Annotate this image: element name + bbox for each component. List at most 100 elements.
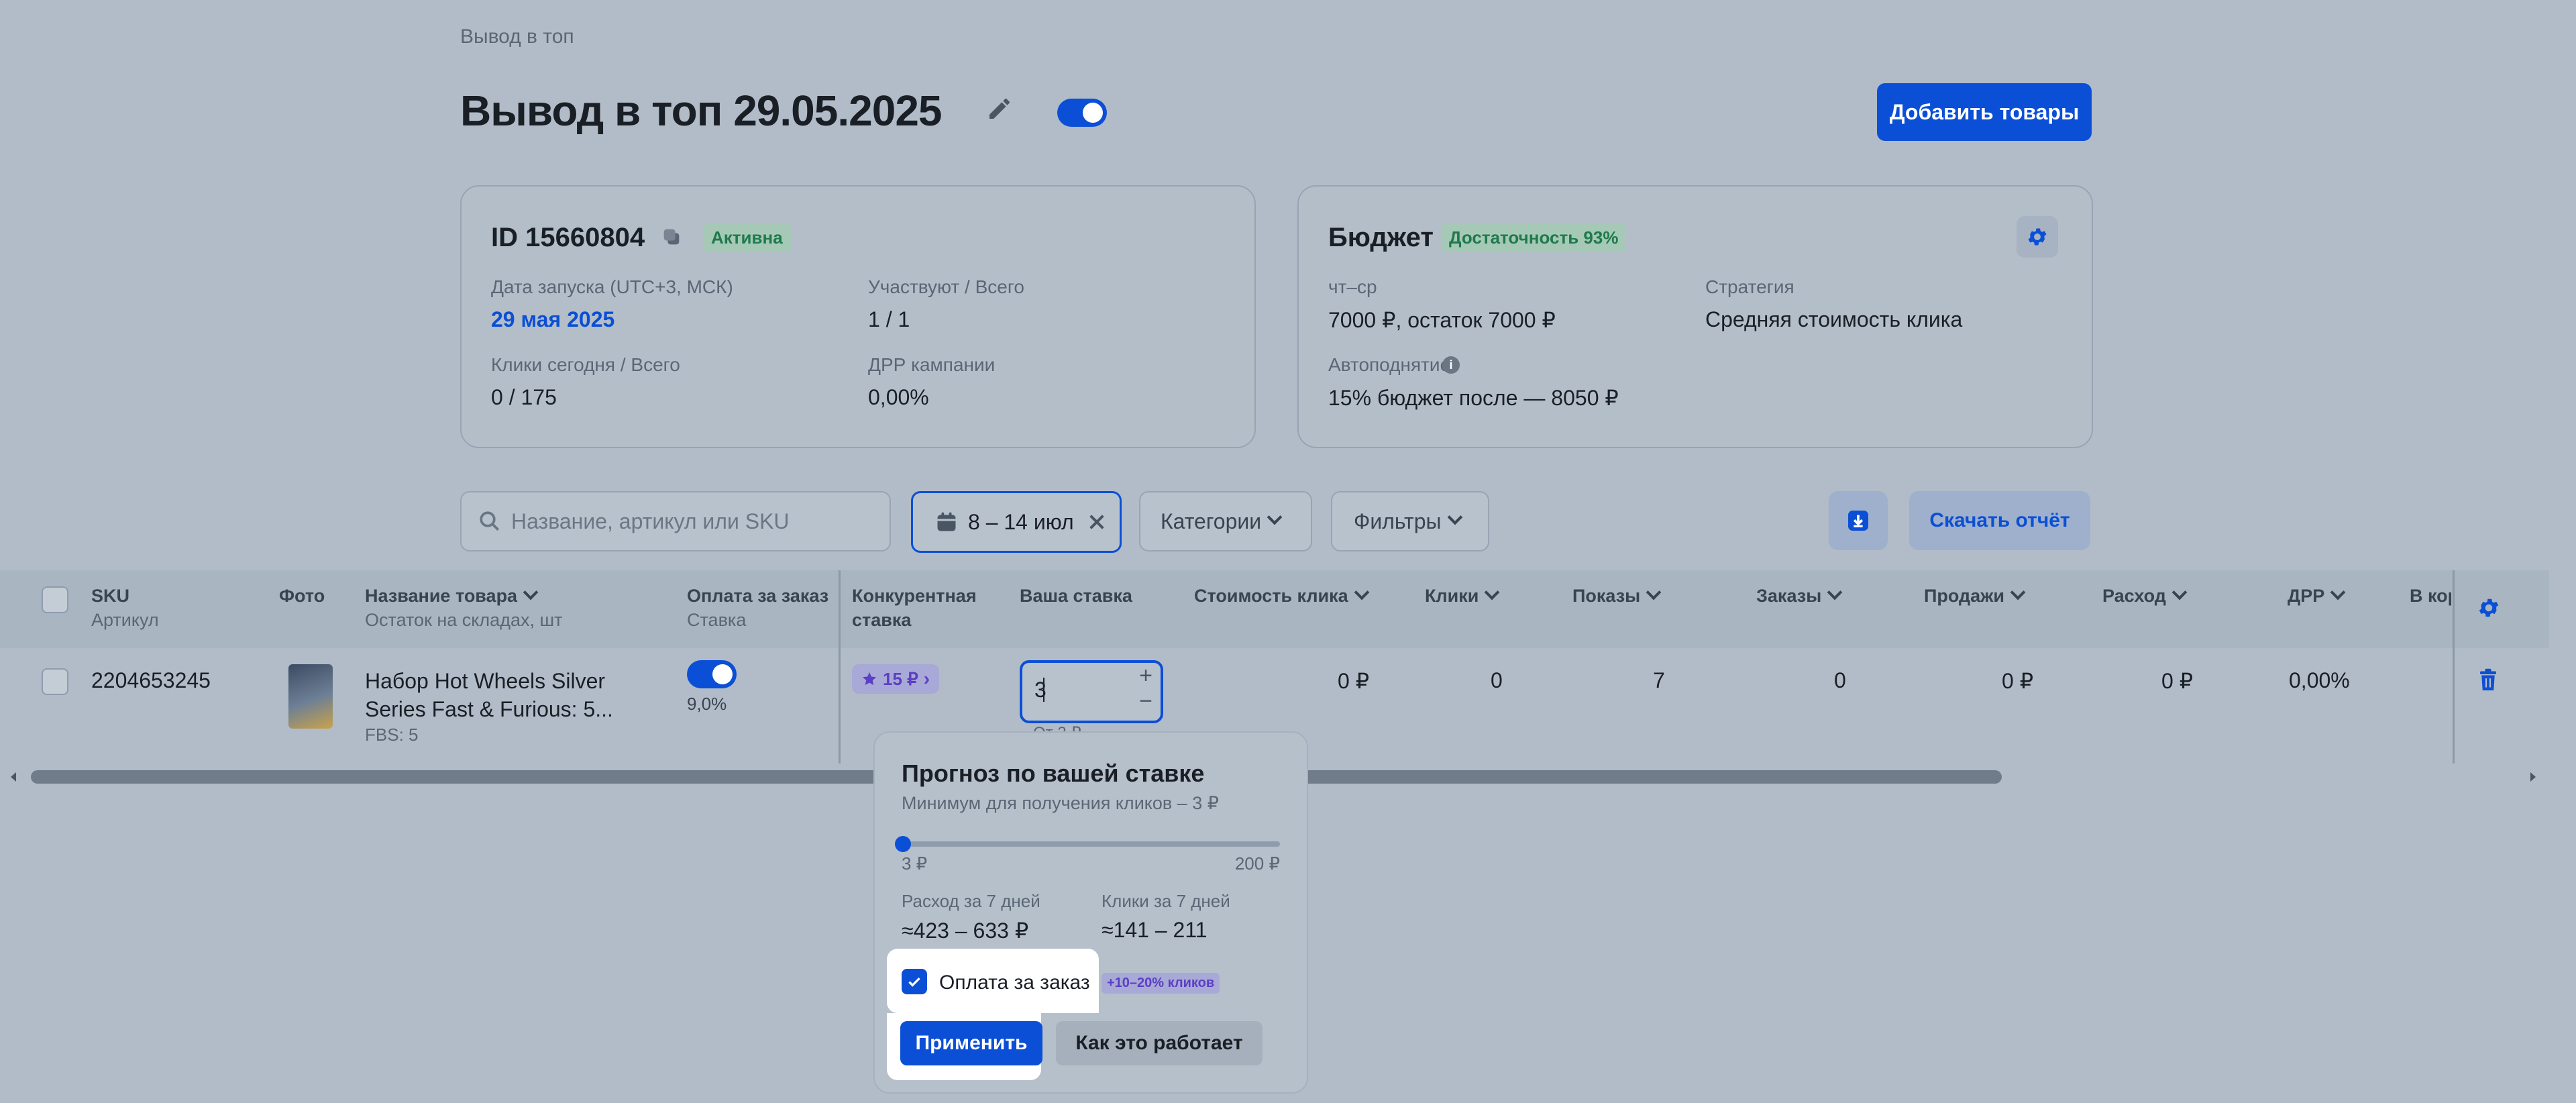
star-icon xyxy=(863,672,876,686)
edit-icon[interactable] xyxy=(986,95,1013,122)
sales-value: 0 ₽ xyxy=(2002,669,2034,693)
pay-per-order-toggle[interactable] xyxy=(687,660,737,688)
download-button[interactable] xyxy=(1829,491,1888,550)
popup-subtitle: Минимум для получения кликов – 3 ₽ xyxy=(902,793,1219,813)
autoraise-value: 15% бюджет после — 8050 ₽ xyxy=(1328,386,1619,410)
clicks-forecast-label: Клики за 7 дней xyxy=(1102,891,1230,911)
col-drr[interactable]: ДРР xyxy=(2288,584,2346,608)
spend-value: 0 ₽ xyxy=(2161,669,2194,693)
scroll-right-arrow[interactable] xyxy=(2526,770,2540,784)
scroll-left-arrow[interactable] xyxy=(7,770,20,784)
pay-per-order-checkbox[interactable] xyxy=(902,969,927,994)
clicks-forecast-value: ≈141 – 211 xyxy=(1102,918,1208,942)
col-name[interactable]: Название товара Остаток на складах, шт xyxy=(365,584,563,632)
strategy-label: Стратегия xyxy=(1705,276,1794,297)
copy-icon[interactable] xyxy=(660,225,683,248)
col-sales[interactable]: Продажи xyxy=(1924,584,2026,608)
col-pay-per-order[interactable]: Оплата за заказ Ставка xyxy=(687,584,828,632)
participants-label: Участвуют / Всего xyxy=(868,276,1024,297)
calendar-icon xyxy=(937,512,956,531)
chevron-down-icon xyxy=(1646,584,1662,600)
col-clicks[interactable]: Клики xyxy=(1425,584,1500,608)
chevron-down-icon xyxy=(1354,584,1369,600)
col-click-cost[interactable]: Стоимость клика xyxy=(1194,584,1369,608)
click-cost-value: 0 ₽ xyxy=(1338,669,1370,693)
bid-slider-handle[interactable] xyxy=(895,836,911,852)
filters-label: Фильтры xyxy=(1354,509,1442,533)
competitive-bid-badge[interactable]: 15 ₽ › xyxy=(852,664,940,694)
info-icon[interactable]: i xyxy=(1442,356,1460,374)
popup-title: Прогноз по вашей ставке xyxy=(902,759,1205,787)
page-title: Вывод в топ 29.05.2025 xyxy=(460,87,942,135)
campaign-id: ID 15660804 xyxy=(491,223,645,252)
spend-forecast-value: ≈423 – 633 ₽ xyxy=(902,918,1029,943)
pay-per-order-checkbox-label[interactable]: Оплата за заказ xyxy=(939,971,1090,994)
period-label: чт–ср xyxy=(1328,276,1377,297)
slider-min-label: 3 ₽ xyxy=(902,853,928,874)
search-icon xyxy=(480,511,500,531)
date-range-value: 8 – 14 июл xyxy=(968,509,1074,534)
campaign-card: ID 15660804 Активна Дата запуска (UTC+3,… xyxy=(460,185,1256,448)
chevron-down-icon xyxy=(2010,584,2026,600)
clicks-value: 0 xyxy=(1491,668,1503,692)
increment-button[interactable]: + xyxy=(1139,663,1152,689)
spend-forecast-label: Расход за 7 дней xyxy=(902,891,1040,911)
your-bid-input[interactable]: 3 + − xyxy=(1020,660,1163,723)
col-your-bid[interactable]: Ваша ставка xyxy=(1020,584,1132,608)
filters-dropdown[interactable]: Фильтры xyxy=(1331,491,1489,552)
autoraise-label: Автоподнятие xyxy=(1328,354,1451,375)
product-name[interactable]: Набор Hot Wheels Silver Series Fast & Fur… xyxy=(365,667,613,723)
budget-title: Бюджет xyxy=(1328,223,1434,252)
impressions-value: 7 xyxy=(1653,668,1665,692)
categories-dropdown[interactable]: Категории xyxy=(1139,491,1312,552)
add-products-button[interactable]: Добавить товары xyxy=(1877,83,2092,141)
breadcrumb[interactable]: Вывод в топ xyxy=(460,25,574,48)
launch-date-label: Дата запуска (UTC+3, МСК) xyxy=(491,276,733,297)
col-spend[interactable]: Расход xyxy=(2102,584,2188,608)
column-divider xyxy=(2453,570,2455,764)
row-checkbox[interactable] xyxy=(42,668,68,695)
delete-icon[interactable] xyxy=(2478,668,2498,692)
col-competitive-bid[interactable]: Конкурентная ставка xyxy=(852,584,977,632)
apply-button[interactable]: Применить xyxy=(900,1021,1042,1065)
drr-label: ДРР кампании xyxy=(868,354,996,375)
bid-slider-track[interactable] xyxy=(902,841,1280,847)
chevron-down-icon xyxy=(1827,584,1843,600)
col-in-cart[interactable]: В кор xyxy=(2410,584,2451,608)
sku-value: 2204653245 xyxy=(91,668,211,692)
how-it-works-button[interactable]: Как это работает xyxy=(1056,1021,1263,1065)
launch-date-link[interactable]: 29 мая 2025 xyxy=(491,307,614,332)
clicks-value: 0 / 175 xyxy=(491,385,557,409)
select-all-checkbox[interactable] xyxy=(42,586,68,613)
col-orders[interactable]: Заказы xyxy=(1756,584,1843,608)
col-sku[interactable]: SKU Артикул xyxy=(91,584,159,632)
search-box[interactable]: Название, артикул или SKU xyxy=(460,491,891,552)
chevron-down-icon xyxy=(523,584,539,600)
period-value: 7000 ₽, остаток 7000 ₽ xyxy=(1328,308,1556,332)
chevron-down-icon xyxy=(1485,584,1500,600)
product-photo[interactable] xyxy=(288,664,333,729)
col-photo: Фото xyxy=(279,586,325,606)
close-icon[interactable] xyxy=(1086,511,1108,533)
checkmark-icon xyxy=(908,977,920,987)
chevron-down-icon xyxy=(1267,509,1283,525)
budget-card: Бюджет Достаточность 93% чт–ср 7000 ₽, о… xyxy=(1297,185,2093,448)
stock-value: FBS: 5 xyxy=(365,725,419,745)
status-badge: Активна xyxy=(703,223,791,252)
chevron-right-icon: › xyxy=(923,668,930,689)
sufficiency-badge: Достаточность 93% xyxy=(1441,223,1627,252)
your-bid-value: 3 xyxy=(1034,678,1046,702)
chevron-down-icon xyxy=(1447,509,1462,525)
decrement-button[interactable]: − xyxy=(1139,688,1152,715)
drr-value: 0,00% xyxy=(2289,668,2350,692)
download-icon xyxy=(1848,511,1868,531)
download-report-button[interactable]: Скачать отчёт xyxy=(1909,491,2090,550)
date-range-picker[interactable]: 8 – 14 июл xyxy=(911,491,1122,553)
text-cursor xyxy=(1043,678,1044,702)
columns-settings-icon[interactable] xyxy=(2477,596,2501,620)
col-impressions[interactable]: Показы xyxy=(1572,584,1662,608)
participants-value: 1 / 1 xyxy=(868,307,910,331)
search-input[interactable]: Название, артикул или SKU xyxy=(511,509,790,534)
campaign-toggle[interactable] xyxy=(1057,99,1107,127)
budget-settings-button[interactable] xyxy=(2017,216,2058,258)
